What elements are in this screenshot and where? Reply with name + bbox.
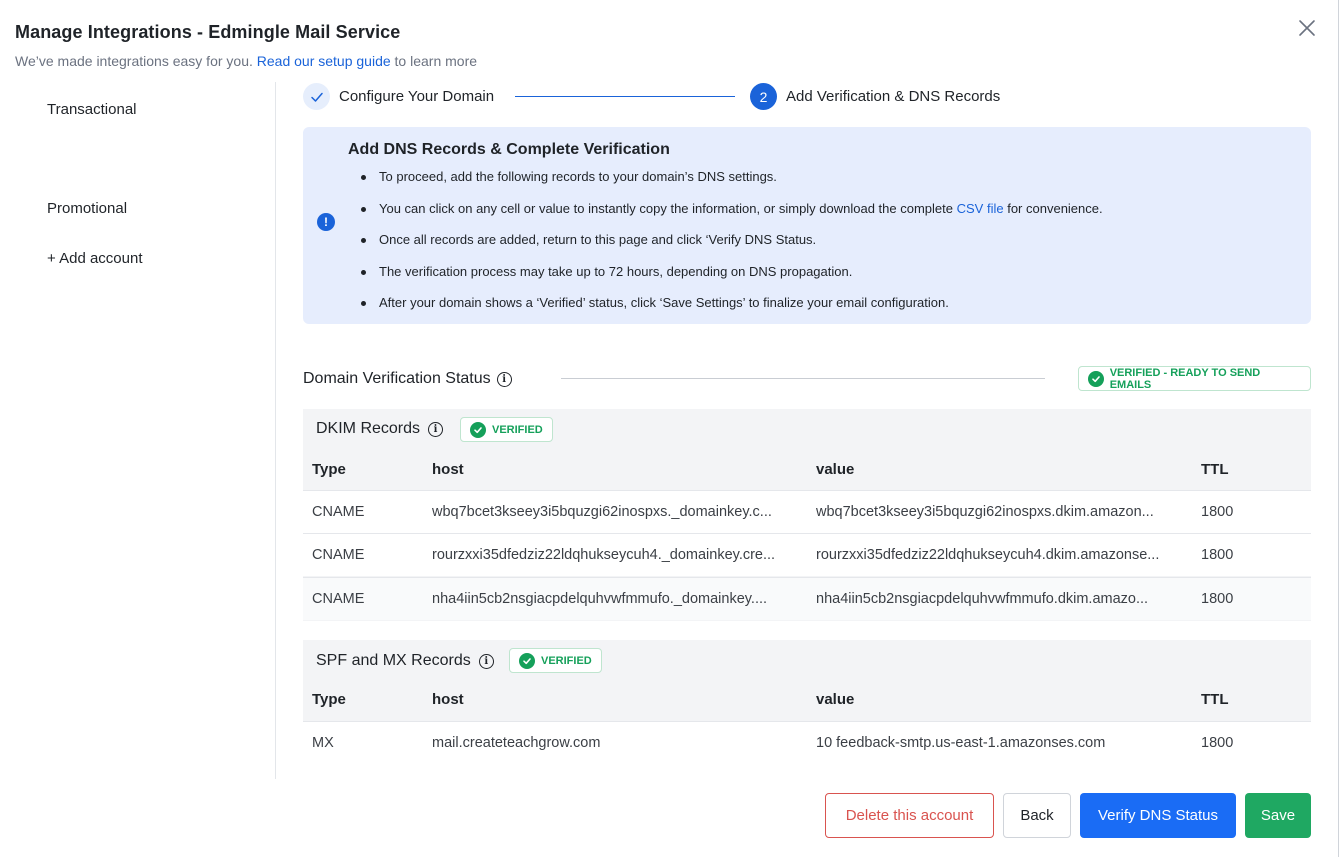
stepper: Configure Your Domain 2 Add Verification…	[303, 82, 1063, 112]
type-cell[interactable]: MX	[312, 735, 412, 751]
info-icon[interactable]: i	[478, 653, 494, 669]
value-cell[interactable]: 10 feedback-smtp.us-east-1.amazonses.com	[816, 735, 1184, 751]
domain-status-badge: VERIFIED - READY TO SEND EMAILS	[1078, 366, 1311, 391]
check-circle-icon	[519, 652, 535, 669]
csv-file-link[interactable]: CSV file	[957, 201, 1004, 216]
column-header-ttl: TTL	[1201, 461, 1229, 478]
column-header-ttl: TTL	[1201, 691, 1229, 708]
divider	[561, 378, 1045, 379]
instructions-list: To proceed, add the following records to…	[361, 169, 1103, 327]
host-cell[interactable]: nha4iin5cb2nsgiacpdelquhvwfmmufo._domain…	[432, 591, 799, 607]
instructions-panel: ! Add DNS Records & Complete Verificatio…	[303, 127, 1311, 324]
domain-status-text: VERIFIED - READY TO SEND EMAILS	[1109, 366, 1261, 391]
column-header-type: Type	[312, 691, 346, 708]
type-cell[interactable]: CNAME	[312, 504, 412, 520]
spf-title: SPF and MX Records	[316, 652, 471, 669]
dkim-heading: DKIM Records i	[316, 420, 444, 438]
table-row[interactable]: MX mail.createteachgrow.com 10 feedback-…	[303, 721, 1311, 764]
domain-verification-title: Domain Verification Status	[303, 370, 491, 387]
step-1-label: Configure Your Domain	[339, 88, 495, 105]
modal-subtitle: We’ve made integrations easy for you. Re…	[15, 53, 477, 69]
back-button[interactable]: Back	[1003, 793, 1071, 838]
ttl-cell[interactable]: 1800	[1201, 735, 1281, 751]
instruction-item: To proceed, add the following records to…	[361, 169, 1103, 201]
type-cell[interactable]: CNAME	[312, 547, 412, 563]
instruction-item: Once all records are added, return to th…	[361, 232, 1103, 264]
host-cell[interactable]: rourzxxi35dfedziz22ldqhukseycuh4._domain…	[432, 547, 799, 563]
close-icon[interactable]	[1295, 16, 1319, 40]
delete-account-button[interactable]: Delete this account	[825, 793, 994, 838]
table-row[interactable]: CNAME nha4iin5cb2nsgiacpdelquhvwfmmufo._…	[303, 577, 1311, 620]
table-row[interactable]: CNAME rourzxxi35dfedziz22ldqhukseycuh4._…	[303, 533, 1311, 576]
spf-mx-records-section: SPF and MX Records i VERIFIED Type host …	[303, 640, 1311, 764]
column-header-type: Type	[312, 461, 346, 478]
spf-status-badge: VERIFIED	[509, 648, 602, 673]
sidebar-item-add-account[interactable]: + Add account	[47, 250, 143, 267]
instruction-item: You can click on any cell or value to in…	[361, 201, 1103, 233]
subtitle-suffix: to learn more	[394, 53, 478, 69]
ttl-cell[interactable]: 1800	[1201, 504, 1281, 520]
step-1-check-icon	[303, 83, 330, 110]
sidebar-item-promotional[interactable]: Promotional	[47, 200, 127, 217]
column-header-host: host	[432, 461, 464, 478]
check-circle-icon	[470, 421, 486, 438]
column-header-value: value	[816, 461, 855, 478]
step-connector	[515, 96, 735, 97]
sidebar-item-transactional[interactable]: Transactional	[47, 101, 137, 118]
instruction-text: for convenience.	[1007, 200, 1103, 216]
value-cell[interactable]: rourzxxi35dfedziz22ldqhukseycuh4.dkim.am…	[816, 547, 1184, 563]
spf-status-text: VERIFIED	[541, 654, 592, 667]
dkim-status-badge: VERIFIED	[460, 417, 553, 442]
subtitle-prefix: We’ve made integrations easy for you.	[15, 53, 253, 69]
instruction-item: After your domain shows a ‘Verified’ sta…	[361, 295, 1103, 327]
info-icon[interactable]: i	[496, 371, 512, 387]
save-button[interactable]: Save	[1245, 793, 1311, 838]
host-cell[interactable]: mail.createteachgrow.com	[432, 735, 799, 751]
dkim-title: DKIM Records	[316, 420, 421, 437]
instruction-item: The verification process may take up to …	[361, 264, 1103, 296]
dkim-status-text: VERIFIED	[492, 423, 543, 436]
verify-dns-status-button[interactable]: Verify DNS Status	[1080, 793, 1236, 838]
info-icon[interactable]: i	[428, 421, 444, 437]
value-cell[interactable]: wbq7bcet3kseey3i5bquzgi62inospxs.dkim.am…	[816, 504, 1184, 520]
ttl-cell[interactable]: 1800	[1201, 591, 1281, 607]
check-circle-icon	[1088, 370, 1104, 387]
value-cell[interactable]: nha4iin5cb2nsgiacpdelquhvwfmmufo.dkim.am…	[816, 591, 1184, 607]
spf-heading: SPF and MX Records i	[316, 652, 494, 670]
dkim-records-section: DKIM Records i VERIFIED Type host value …	[303, 409, 1311, 621]
column-header-value: value	[816, 691, 855, 708]
host-cell[interactable]: wbq7bcet3kseey3i5bquzgi62inospxs._domain…	[432, 504, 799, 520]
table-row[interactable]: CNAME wbq7bcet3kseey3i5bquzgi62inospxs._…	[303, 490, 1311, 533]
column-header-host: host	[432, 691, 464, 708]
instruction-text: You can click on any cell or value to in…	[379, 200, 953, 216]
ttl-cell[interactable]: 1800	[1201, 547, 1281, 563]
step-2-label: Add Verification & DNS Records	[786, 88, 1001, 105]
type-cell[interactable]: CNAME	[312, 591, 412, 607]
account-sidebar: Transactional Promotional + Add account	[0, 82, 276, 779]
integration-modal: Manage Integrations - Edmingle Mail Serv…	[0, 0, 1339, 857]
alert-icon: !	[317, 213, 335, 231]
domain-verification-heading: Domain Verification Status i	[303, 370, 512, 388]
setup-guide-link[interactable]: Read our setup guide	[257, 53, 391, 69]
instructions-title: Add DNS Records & Complete Verification	[348, 141, 670, 158]
step-2-number: 2	[750, 83, 777, 110]
modal-title: Manage Integrations - Edmingle Mail Serv…	[15, 22, 401, 42]
